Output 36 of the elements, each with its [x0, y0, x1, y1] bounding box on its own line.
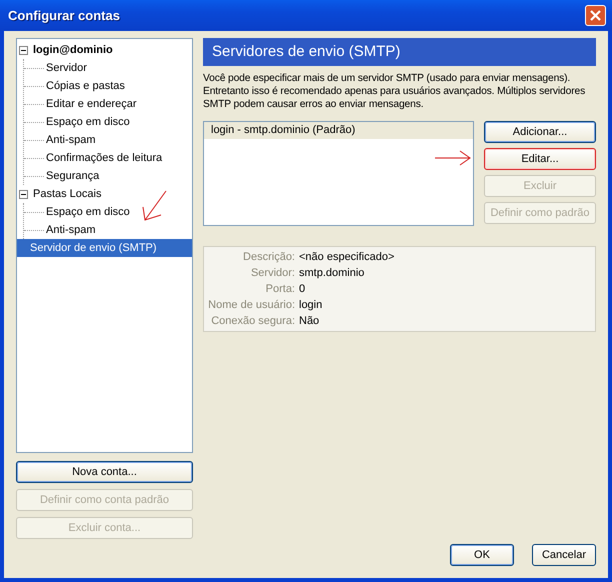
tree-item[interactable]: Espaço em disco — [44, 115, 132, 129]
tree-item[interactable]: Servidor — [44, 61, 89, 75]
detail-label: Descrição: — [242, 250, 295, 265]
tree-item[interactable]: Espaço em disco — [44, 205, 132, 219]
detail-value: smtp.dominio — [299, 266, 366, 281]
annotation-arrow — [434, 150, 472, 166]
tree-item[interactable]: Segurança — [44, 169, 102, 183]
detail-label: Porta: — [264, 282, 295, 297]
tree-item[interactable]: Anti-spam — [44, 133, 98, 147]
window-title: Configurar contas — [8, 8, 120, 23]
tree-item[interactable]: Pastas Locais — [31, 187, 104, 201]
detail-value: Não — [299, 314, 320, 329]
description-text: Você pode especificar mais de um servidor SMTP (usado para enviar mensagens). Entretanto isso é recomendado apenas para usuários avançados. Múltiplos servidores SMTP podem causar erros ao enviar mensagens. — [203, 72, 586, 111]
account-button[interactable]: Nova conta... — [16, 461, 193, 483]
collapse-icon[interactable] — [19, 46, 28, 54]
tree-item[interactable]: Servidor de envio (SMTP) — [17, 239, 192, 257]
detail-label: Nome de usuário: — [207, 298, 295, 313]
ok-button[interactable]: OK — [450, 544, 514, 566]
detail-value: login — [299, 298, 324, 313]
server-button[interactable]: Adicionar... — [484, 121, 596, 143]
tree-item[interactable]: Editar e endereçar — [44, 97, 138, 111]
tree-item[interactable]: login@dominio — [31, 43, 115, 57]
collapse-icon[interactable] — [19, 190, 28, 198]
server-button[interactable]: Editar... — [484, 148, 596, 170]
close-button[interactable] — [585, 5, 606, 26]
tree-item[interactable]: Anti-spam — [44, 223, 98, 237]
tree-item[interactable]: Confirmações de leitura — [44, 151, 164, 165]
detail-value: 0 — [299, 282, 306, 297]
detail-label: Conexão segura: — [210, 314, 295, 329]
server-row[interactable]: login - smtp.dominio (Padrão) — [204, 122, 473, 139]
close-icon — [589, 9, 602, 22]
panel-header: Servidores de envio (SMTP) — [203, 38, 596, 66]
detail-label: Servidor: — [250, 266, 295, 281]
detail-value: <não especificado> — [299, 250, 396, 265]
tree-item[interactable]: Cópias e pastas — [44, 79, 127, 93]
cancel-button[interactable]: Cancelar — [532, 544, 596, 566]
